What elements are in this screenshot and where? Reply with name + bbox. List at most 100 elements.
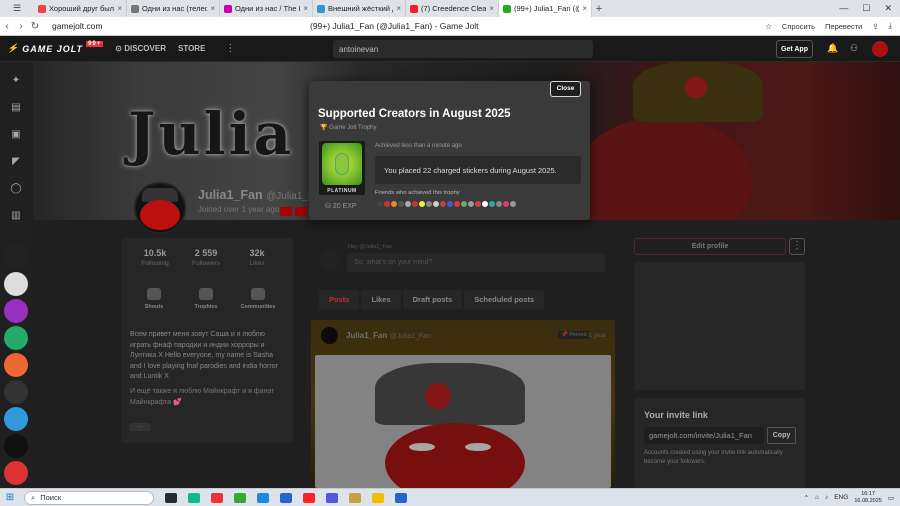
taskbar-app-icon[interactable] [303, 492, 315, 503]
profile-avatar[interactable] [134, 182, 186, 234]
close-tab-icon[interactable]: × [303, 4, 308, 13]
tab-likes[interactable]: Likes [361, 290, 401, 309]
browser-tab[interactable]: Одни из нас (телесериал)× [127, 0, 220, 17]
tab-title: Одни из нас (телесериал) [142, 4, 208, 13]
close-tab-icon[interactable]: × [396, 4, 401, 13]
chevron-up-icon[interactable]: ⌃ [804, 494, 809, 502]
address-bar: ‹ › ↻ gamejolt.com (99+) Julia1_Fan (@Ju… [0, 17, 900, 36]
clock[interactable]: 16:17 16.08.2025 [854, 491, 882, 505]
search-input[interactable]: antoinevan [333, 40, 593, 58]
taskbar-app-icon[interactable] [188, 492, 200, 503]
tab-posts[interactable]: Posts [319, 290, 360, 309]
site-header: ⚡ GAME JOLT 99+ ⊙ DISCOVER STORE ⋮ antoi… [0, 36, 900, 62]
close-tab-icon[interactable]: × [210, 4, 215, 13]
browser-tab[interactable]: Хороший друг был @МКУ× [34, 0, 127, 17]
community-avatar[interactable] [4, 326, 28, 350]
profile-more-icon[interactable]: ⋮ [789, 238, 805, 255]
window-controls: — ☐ ✕ [839, 3, 900, 14]
search-icon: ⌕ [31, 492, 36, 502]
browser-menu[interactable]: ☰ [0, 3, 34, 14]
taskbar-app-icon[interactable] [280, 492, 292, 503]
close-window-icon[interactable]: ✕ [884, 3, 892, 14]
platinum-label: PLATINUM [327, 188, 357, 194]
taskbar-app-icon[interactable] [395, 492, 407, 503]
feed-post[interactable]: Julia1_Fan @Julia1_Fan 📌 Pinned 1 year [311, 320, 615, 488]
more-menu-icon[interactable]: ⋮ [225, 43, 235, 54]
community-avatar[interactable] [4, 434, 28, 458]
community-avatar[interactable] [4, 299, 28, 323]
community-avatar[interactable] [4, 461, 28, 485]
discover-icon[interactable]: ◤ [9, 156, 23, 168]
bookmark-icon[interactable]: ☆ [765, 22, 772, 31]
browser-tab[interactable]: (99+) Julia1_Fan (@Julia× [499, 0, 592, 17]
tab-scheduled-posts[interactable]: Scheduled posts [464, 290, 545, 309]
community-avatar[interactable] [4, 380, 28, 404]
taskbar-app-icon[interactable] [326, 492, 338, 503]
maximize-icon[interactable]: ☐ [862, 3, 870, 14]
windows-start-icon[interactable]: ⊞ [0, 492, 20, 503]
forward-icon[interactable]: › [14, 21, 28, 32]
library-icon[interactable]: ▥ [9, 210, 23, 222]
gamejolt-logo[interactable]: ⚡ GAME JOLT 99+ [7, 41, 104, 54]
taskbar-app-icon[interactable] [349, 492, 361, 503]
trophies-link[interactable]: Trophies [186, 288, 226, 310]
friend-avatar[interactable] [509, 200, 517, 208]
trophy-description: You placed 22 charged stickers during Au… [375, 156, 581, 184]
minimize-icon[interactable]: — [839, 3, 848, 14]
volume-icon[interactable]: ♪ [825, 494, 828, 501]
close-button[interactable]: Close [550, 81, 581, 97]
bag-icon[interactable]: ▣ [9, 129, 23, 141]
shouts-link[interactable]: Shouts [134, 288, 174, 310]
browser-tab[interactable]: (7) Creedence Clearwater× [406, 0, 499, 17]
new-tab-button[interactable]: + [592, 3, 606, 15]
bell-icon[interactable]: 🔔 [827, 43, 838, 54]
language-indicator[interactable]: ENG [834, 494, 848, 501]
store-link[interactable]: STORE [178, 44, 205, 53]
taskbar-app-icon[interactable] [372, 492, 384, 503]
community-avatar[interactable] [4, 353, 28, 377]
taskbar-app-icon[interactable] [211, 492, 223, 503]
translate-button[interactable]: Перевести [825, 22, 862, 31]
close-tab-icon[interactable]: × [117, 4, 122, 13]
close-tab-icon[interactable]: × [489, 4, 494, 13]
url-field[interactable]: gamejolt.com [52, 21, 202, 31]
share-icon[interactable]: ⇪ [872, 22, 878, 31]
close-tab-icon[interactable]: × [582, 4, 587, 13]
notifications-icon[interactable]: ▭ [888, 494, 894, 502]
edit-profile-button[interactable]: Edit profile [634, 238, 786, 255]
community-avatar[interactable] [4, 272, 28, 296]
tab-draft-posts[interactable]: Draft posts [402, 290, 463, 309]
browser-tab[interactable]: Одни из нас / The Last of× [220, 0, 313, 17]
menu-icon[interactable]: ☰ [13, 3, 21, 14]
reload-icon[interactable]: ↻ [28, 21, 42, 32]
user-avatar[interactable] [872, 41, 888, 57]
post-composer-input[interactable]: So, what's on your mind? [347, 253, 605, 272]
friends-icon[interactable]: ⚇ [850, 43, 858, 54]
followers-stat[interactable]: 2 559 Followers [183, 248, 229, 267]
following-stat[interactable]: 10.5k Following [132, 248, 178, 267]
download-icon[interactable]: ⤓ [889, 21, 892, 31]
store-icon[interactable]: ▤ [9, 102, 23, 114]
likes-stat[interactable]: 32k Likes [234, 248, 280, 267]
bio-more-button[interactable]: ··· [130, 423, 150, 431]
taskbar-search[interactable]: ⌕ Поиск [24, 490, 154, 505]
copy-button[interactable]: Copy [767, 427, 796, 444]
discover-link[interactable]: ⊙ DISCOVER [115, 44, 166, 53]
ask-button[interactable]: Спросить [782, 22, 815, 31]
invite-url-field[interactable]: gamejolt.com/invite/Julia1_Fan [644, 427, 764, 444]
community-avatar[interactable] [4, 407, 28, 431]
community-avatar[interactable] [4, 244, 28, 268]
browser-tab[interactable]: Внешний жёсткий диск W× [313, 0, 406, 17]
trophy-exp: ⛁ 20 EXP [325, 203, 357, 210]
chat-icon[interactable]: ◯ [9, 183, 23, 195]
activity-icon[interactable]: ✦ [9, 75, 23, 87]
back-icon[interactable]: ‹ [0, 21, 14, 32]
tab-favicon-icon [38, 4, 46, 13]
taskbar-app-icon[interactable] [257, 492, 269, 503]
taskbar-app-icon[interactable] [165, 492, 177, 503]
taskbar-app-icon[interactable] [234, 492, 246, 503]
communities-link[interactable]: Communities [238, 288, 278, 310]
network-icon[interactable]: ⌂ [815, 494, 819, 501]
invite-title: Your invite link [644, 410, 708, 420]
get-app-button[interactable]: Get App [776, 40, 813, 58]
